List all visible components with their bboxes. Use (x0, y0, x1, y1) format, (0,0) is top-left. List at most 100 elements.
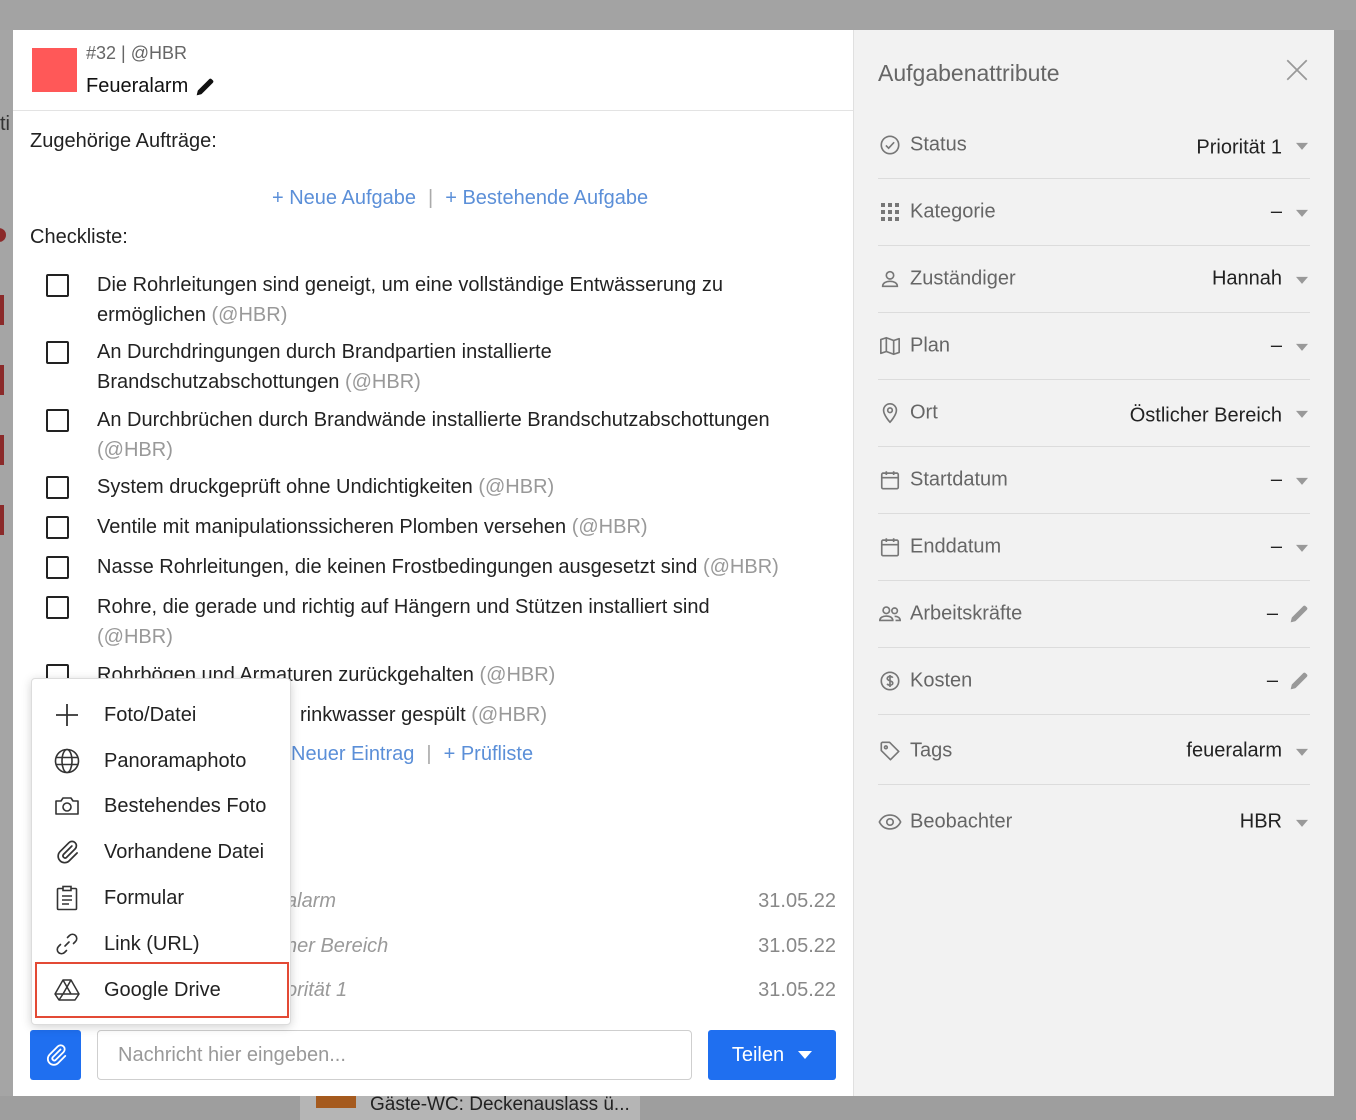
attach-button[interactable] (30, 1030, 81, 1080)
attribute-value: Östlicher Bereich (1129, 404, 1282, 427)
attribute-watchers[interactable]: Beobachter HBR (878, 788, 1310, 855)
checkbox[interactable] (46, 476, 69, 499)
checklist-item-author: (@HBR) (97, 626, 173, 648)
pencil-icon[interactable] (1288, 603, 1310, 625)
attribute-label: Ort (910, 401, 938, 424)
menu-item-label: Vorhandene Datei (104, 840, 265, 863)
message-input[interactable] (97, 1030, 692, 1080)
checkbox[interactable] (46, 596, 69, 619)
background-marker (0, 228, 6, 242)
background-text-fragment: ti (0, 113, 10, 135)
location-pin-icon (878, 401, 902, 425)
add-checklist-link[interactable]: + Prüfliste (444, 743, 533, 765)
share-button[interactable]: Teilen (708, 1030, 836, 1080)
menu-item-photo-file[interactable]: Foto/Datei (32, 695, 290, 735)
menu-item-label: Link (URL) (104, 932, 200, 955)
background-item-swatch (316, 1096, 356, 1108)
attribute-start-date[interactable]: Startdatum – (878, 447, 1310, 514)
attribute-plan[interactable]: Plan – (878, 313, 1310, 380)
attribute-value: Hannah (1211, 267, 1282, 290)
activity-date: 31.05.22 (758, 935, 836, 957)
checklist-item: Rohre, die gerade und richtig auf Hänger… (46, 592, 747, 652)
checklist-item-author: (@HBR) (344, 371, 421, 393)
paperclip-icon (46, 1044, 66, 1066)
menu-item-google-drive[interactable]: Google Drive (35, 962, 289, 1018)
menu-item-form[interactable]: Formular (32, 878, 290, 918)
checklist-item-text: Nasse Rohrleitungen, die keinen Frostbed… (97, 556, 698, 578)
attribute-value: HBR (1239, 810, 1282, 832)
person-icon (878, 267, 902, 291)
task-title[interactable]: Feueralarm (86, 75, 216, 98)
checklist-item-author: (@HBR) (478, 476, 555, 498)
checkbox[interactable] (46, 274, 69, 297)
menu-item-label: Foto/Datei (104, 703, 197, 726)
attribute-value: – (1270, 468, 1282, 491)
checklist-item-author: (@HBR) (571, 516, 648, 538)
separator: | (426, 743, 432, 765)
caret-down-icon (1296, 477, 1308, 485)
checklist-item-author: (@HBR) (211, 304, 288, 326)
caret-down-icon (1296, 748, 1308, 756)
pencil-icon[interactable] (194, 76, 216, 98)
checklist-actions: Neuer Eintrag | + Prüfliste (291, 743, 533, 766)
menu-item-link[interactable]: Link (URL) (32, 924, 290, 964)
caret-down-icon (1296, 819, 1308, 827)
attribute-value: Priorität 1 (1196, 136, 1282, 159)
attribute-value: – (1270, 200, 1282, 223)
attributes-sidebar: Aufgabenattribute Status Priorität 1 Kat… (853, 30, 1334, 1096)
attribute-location[interactable]: Ort Östlicher Bereich (878, 380, 1310, 447)
background-marker (0, 295, 4, 325)
attribute-label: Arbeitskräfte (910, 602, 1023, 625)
attribute-status[interactable]: Status Priorität 1 (878, 112, 1310, 179)
grid-icon (878, 200, 902, 224)
tag-icon (878, 739, 902, 763)
attribute-tags[interactable]: Tags feueralarm (878, 718, 1310, 785)
activity-text: her Bereich (286, 935, 389, 957)
map-icon (878, 334, 902, 358)
attribute-end-date[interactable]: Enddatum – (878, 514, 1310, 581)
attribute-label: Status (910, 133, 967, 156)
background-page-header (0, 0, 1356, 30)
checklist-item: Nasse Rohrleitungen, die keinen Frostbed… (46, 552, 817, 582)
existing-task-link[interactable]: + Bestehende Aufgabe (445, 187, 648, 209)
checkbox[interactable] (46, 409, 69, 432)
related-tasks-actions: + Neue Aufgabe | + Bestehende Aufgabe (272, 187, 648, 210)
caret-down-icon (1296, 276, 1308, 284)
attribute-costs[interactable]: Kosten – (878, 648, 1310, 715)
checklist-item-author: (@HBR) (479, 664, 556, 686)
plus-icon (52, 700, 82, 730)
new-task-link[interactable]: + Neue Aufgabe (272, 187, 416, 209)
attribute-assignee[interactable]: Zuständiger Hannah (878, 246, 1310, 313)
eye-icon (878, 810, 902, 834)
attribute-workers[interactable]: Arbeitskräfte – (878, 581, 1310, 648)
background-item-label: Gäste-WC: Deckenauslass ü... (370, 1094, 630, 1115)
checkbox[interactable] (46, 516, 69, 539)
attribute-label: Tags (910, 739, 953, 762)
menu-item-label: Formular (104, 886, 185, 909)
checkbox[interactable] (46, 341, 69, 364)
close-icon[interactable] (1284, 57, 1310, 83)
background-marker (0, 365, 4, 395)
calendar-icon (878, 468, 902, 492)
attribute-label: Beobachter (910, 810, 1013, 832)
check-circle-icon (878, 133, 902, 157)
menu-item-panorama[interactable]: Panoramaphoto (32, 741, 290, 781)
attribute-category[interactable]: Kategorie – (878, 179, 1310, 246)
activity-date: 31.05.22 (758, 979, 836, 1001)
globe-icon (52, 746, 82, 776)
checkbox[interactable] (46, 556, 69, 579)
attribute-label: Kategorie (910, 200, 996, 223)
menu-item-existing-photo[interactable]: Bestehendes Foto (32, 786, 290, 826)
attribute-label: Plan (910, 334, 951, 357)
new-entry-link[interactable]: Neuer Eintrag (291, 743, 414, 765)
activity-date: 31.05.22 (758, 890, 836, 912)
background-list-item: Gäste-WC: Deckenauslass ü... (300, 1094, 640, 1120)
task-title-text: Feueralarm (86, 75, 189, 97)
dollar-circle-icon (878, 669, 902, 693)
camera-icon (52, 791, 82, 821)
checklist-item: Die Rohrleitungen sind geneigt, um eine … (46, 270, 797, 330)
separator: | (428, 187, 434, 209)
pencil-icon[interactable] (1288, 670, 1310, 692)
task-color-swatch[interactable] (32, 48, 77, 92)
menu-item-existing-file[interactable]: Vorhandene Datei (32, 832, 290, 872)
